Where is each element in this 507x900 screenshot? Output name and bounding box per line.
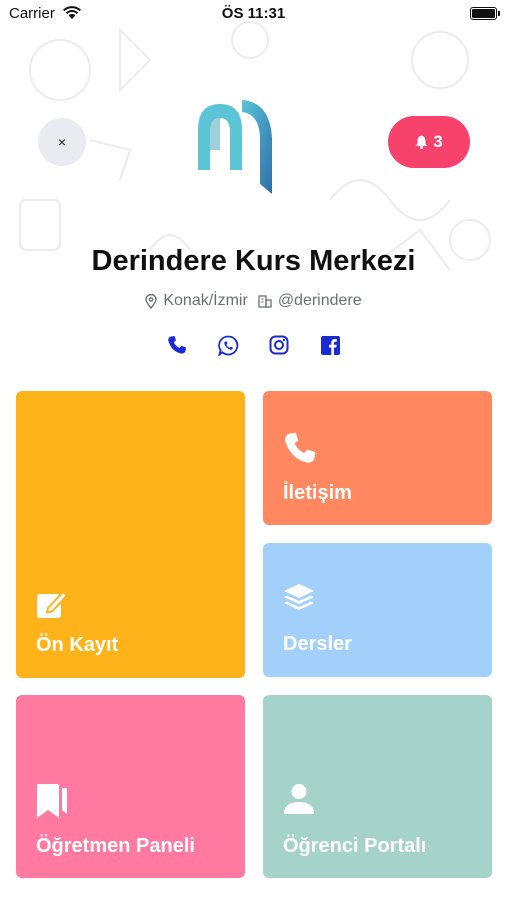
page-title: Derindere Kurs Merkezi (91, 245, 416, 277)
tile-ogretmen-paneli-label: Öğretmen Paneli (36, 835, 195, 857)
status-time: ÖS 11:31 (221, 5, 286, 22)
phone-icon (168, 336, 186, 354)
tile-ogretmen-paneli[interactable]: Öğretmen Paneli (16, 695, 245, 878)
phone-link[interactable] (166, 334, 188, 356)
edit-icon (37, 590, 68, 618)
tile-dersler-label: Dersler (283, 633, 352, 655)
tile-iletisim[interactable]: İletişim (263, 391, 492, 525)
whatsapp-link[interactable] (217, 334, 239, 356)
layers-icon (284, 584, 314, 610)
facebook-link[interactable] (319, 334, 341, 356)
building-icon (258, 295, 272, 308)
user-icon (284, 784, 314, 814)
handle-label: @derindere (277, 292, 362, 309)
bell-icon (415, 135, 428, 149)
tile-on-kayit-label: Ön Kayıt (36, 634, 119, 656)
social-links (0, 334, 507, 356)
phone-icon (285, 432, 316, 463)
notification-count: 3 (433, 132, 443, 151)
instagram-icon (269, 335, 289, 355)
tile-ogrenci-portali-label: Öğrenci Portalı (283, 835, 427, 857)
tile-on-kayit[interactable]: Ön Kayıt (16, 391, 245, 678)
location-pin-icon (145, 293, 158, 309)
whatsapp-icon (217, 335, 238, 356)
tile-iletisim-label: İletişim (283, 482, 352, 504)
close-icon: × (57, 134, 67, 150)
close-button[interactable]: × (38, 118, 86, 166)
battery-icon (470, 7, 500, 20)
tile-dersler[interactable]: Dersler (263, 543, 492, 677)
facebook-icon (320, 335, 340, 355)
bookmark-icon (37, 784, 67, 818)
tile-ogrenci-portali[interactable]: Öğrenci Portalı (263, 695, 492, 878)
profile-meta: Konak/İzmir @derindere (0, 292, 507, 310)
location-label: Konak/İzmir (163, 292, 248, 309)
instagram-link[interactable] (268, 334, 290, 356)
logo-icon (198, 100, 272, 194)
status-bar: Carrier ÖS 11:31 (0, 0, 507, 28)
notification-button[interactable]: 3 (388, 116, 470, 168)
